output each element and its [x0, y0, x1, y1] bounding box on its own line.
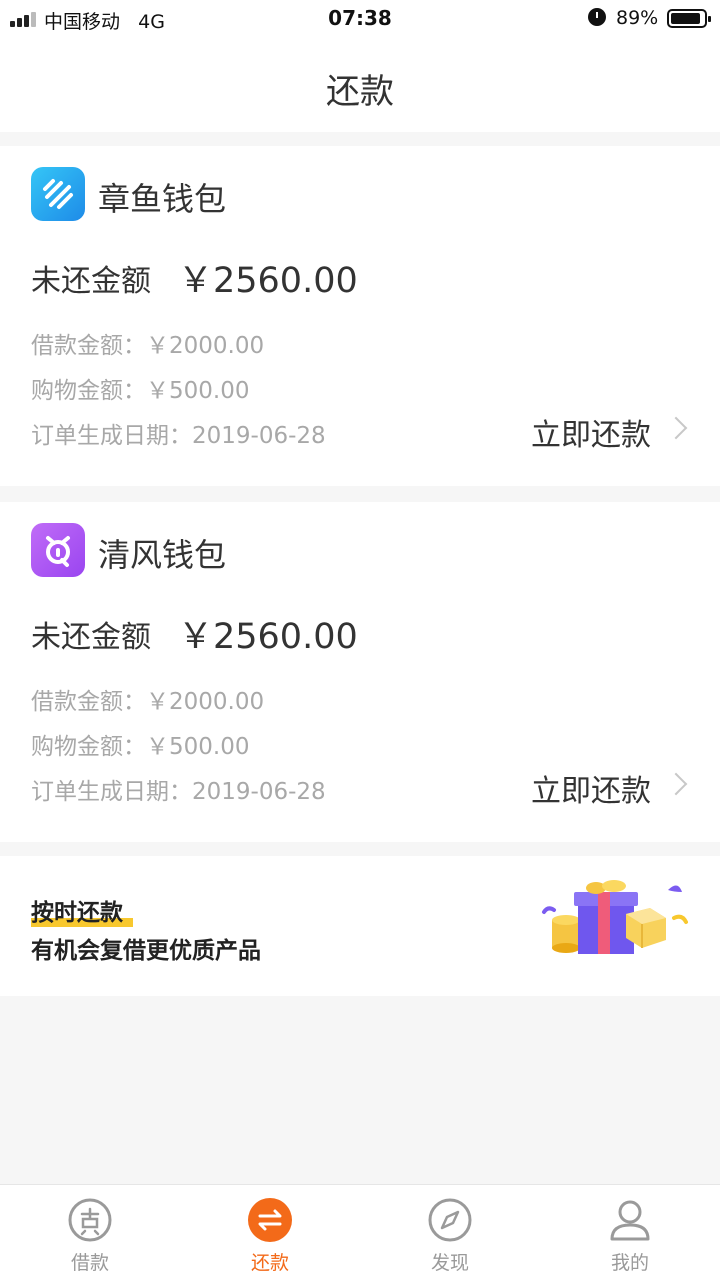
order-date: 订单生成日期：2019-06-28	[31, 423, 326, 449]
profile-icon	[610, 1200, 650, 1241]
owed-label: 未还金额	[31, 620, 151, 655]
loan-card: 章鱼钱包 未还金额 ￥2560.00 借款金额：￥2000.00 购物金额：￥5…	[0, 146, 720, 486]
promo-subtitle: 有机会复借更优质产品	[31, 938, 261, 964]
alarm-icon	[588, 8, 606, 26]
tab-repay[interactable]: 还款	[180, 1185, 360, 1280]
compass-icon	[428, 1198, 472, 1242]
gift-box-icon	[542, 880, 688, 954]
tab-label: 借款	[70, 1252, 109, 1274]
owed-amount: ￥2560.00	[178, 617, 358, 657]
nav-bar: 还款	[0, 38, 720, 132]
tab-mine[interactable]: 我的	[540, 1185, 720, 1280]
promo-banner[interactable]: 按时还款 有机会复借更优质产品	[0, 856, 720, 996]
clock: 07:38	[328, 6, 392, 30]
owed-amount: ￥2560.00	[178, 261, 358, 301]
app-name: 章鱼钱包	[98, 180, 227, 218]
status-bar: 中国移动 4G 07:38 89%	[0, 0, 720, 38]
tab-loan[interactable]: 借款	[0, 1185, 180, 1280]
loan-icon	[68, 1198, 112, 1242]
tab-bar: 借款 还款 发现 我的	[0, 1184, 720, 1280]
loan-card: 清风钱包 未还金额 ￥2560.00 借款金额：￥2000.00 购物金额：￥5…	[0, 502, 720, 842]
repay-now-button[interactable]: 立即还款	[531, 766, 651, 810]
qingfeng-wallet-icon	[31, 523, 85, 577]
shopping-amount: 购物金额：￥500.00	[31, 378, 250, 404]
promo-title: 按时还款	[31, 900, 123, 926]
repay-now-button[interactable]: 立即还款	[531, 410, 651, 454]
chevron-right-icon[interactable]	[664, 416, 688, 440]
page-title: 还款	[326, 72, 394, 112]
chevron-right-icon[interactable]	[664, 772, 688, 796]
app-name: 清风钱包	[98, 536, 227, 574]
tab-label: 还款	[250, 1252, 289, 1274]
tab-label: 我的	[610, 1252, 649, 1274]
battery-percent: 89%	[616, 7, 659, 29]
repay-icon	[248, 1198, 292, 1242]
tab-label: 发现	[430, 1252, 469, 1274]
shopping-amount: 购物金额：￥500.00	[31, 734, 250, 760]
battery-icon	[667, 9, 711, 28]
loan-amount: 借款金额：￥2000.00	[31, 689, 265, 715]
order-date: 订单生成日期：2019-06-28	[31, 779, 326, 805]
owed-label: 未还金额	[31, 264, 151, 299]
loan-amount: 借款金额：￥2000.00	[31, 333, 265, 359]
octopus-wallet-icon	[31, 167, 85, 221]
tab-discover[interactable]: 发现	[360, 1185, 540, 1280]
